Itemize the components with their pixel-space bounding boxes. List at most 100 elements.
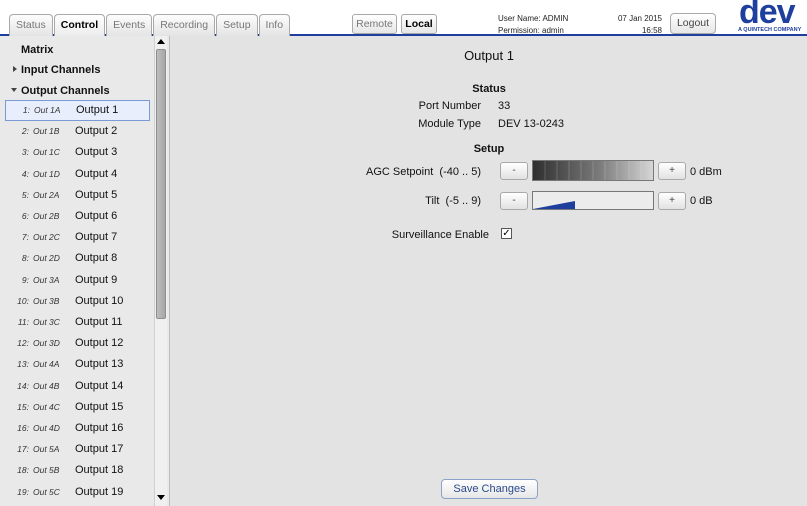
channel-name: Output 6 <box>75 210 118 222</box>
channel-port-code: Out 3B <box>33 295 60 306</box>
channel-port-code: Out 1B <box>33 126 60 137</box>
channel-item[interactable]: 4: Out 1D Output 4 <box>5 164 150 185</box>
channel-port-code: Out 1D <box>33 168 60 179</box>
channel-port-code: Out 5A <box>33 444 60 455</box>
output-channels-label: Output Channels <box>21 85 110 97</box>
channel-code: 15: Out 4C <box>5 397 75 418</box>
tree-item-input-channels[interactable]: Input Channels <box>13 60 100 80</box>
channel-number: 13: <box>17 359 29 370</box>
agc-level-bar[interactable] <box>532 160 654 181</box>
tilt-level-bar[interactable] <box>532 191 654 210</box>
scroll-up-icon[interactable] <box>155 36 167 48</box>
channel-item[interactable]: 5: Out 2A Output 5 <box>5 185 150 206</box>
page-title: Output 1 <box>464 48 514 63</box>
channel-name: Output 13 <box>75 358 124 371</box>
agc-value: 0 dBm <box>690 166 722 178</box>
channel-item[interactable]: 18: Out 5B Output 18 <box>5 460 150 481</box>
dev-logo: dev A QUINTECH COMPANY <box>737 0 807 36</box>
channel-code: 19: Out 5C <box>5 482 75 503</box>
channel-item[interactable]: 9: Out 3A Output 9 <box>5 270 150 291</box>
tilt-range: (-5 .. 9) <box>445 195 481 207</box>
channel-code: 9: Out 3A <box>5 270 75 291</box>
channel-item[interactable]: 13: Out 4A Output 13 <box>5 354 150 375</box>
tab-control[interactable]: Control <box>53 14 106 36</box>
channel-code: 13: Out 4A <box>5 354 75 375</box>
agc-decrease-button[interactable]: - <box>500 162 528 180</box>
tab-recording[interactable]: Recording <box>153 14 216 36</box>
tilt-decrease-button[interactable]: - <box>500 192 528 210</box>
channel-name: Output 14 <box>75 379 124 392</box>
expand-arrow-icon[interactable] <box>13 66 17 72</box>
channel-number: 7: <box>21 232 29 243</box>
channel-item[interactable]: 2: Out 1B Output 2 <box>5 121 150 142</box>
collapse-arrow-icon[interactable] <box>11 88 17 92</box>
channel-item[interactable]: 10: Out 3B Output 10 <box>5 291 150 312</box>
channel-name: Output 10 <box>75 294 124 307</box>
channel-number: 2: <box>21 126 29 137</box>
surveillance-enable-checkbox[interactable]: ✓ <box>501 228 512 239</box>
channel-item[interactable]: 12: Out 3D Output 12 <box>5 333 150 354</box>
channel-number: 5: <box>21 189 29 200</box>
channel-item[interactable]: 3: Out 1C Output 3 <box>5 142 150 163</box>
input-channels-label: Input Channels <box>21 64 101 76</box>
channel-item[interactable]: 15: Out 4C Output 15 <box>5 397 150 418</box>
channel-name: Output 16 <box>75 422 124 434</box>
channel-port-code: Out 4C <box>33 401 60 412</box>
setup-heading: Setup <box>473 143 505 155</box>
channel-name: Output 15 <box>75 400 124 413</box>
channel-port-code: Out 1A <box>34 105 61 115</box>
tab-events[interactable]: Events <box>106 14 153 36</box>
tab-info[interactable]: Info <box>258 14 291 36</box>
channel-name: Output 1 <box>76 104 119 116</box>
channel-item[interactable]: 1: Out 1A Output 1 <box>5 100 150 121</box>
channel-item[interactable]: 19: Out 5C Output 19 <box>5 482 150 503</box>
channel-number: 10: <box>17 295 29 306</box>
channel-number: 15: <box>17 401 29 412</box>
save-changes-button[interactable]: Save Changes <box>441 479 538 499</box>
remote-button[interactable]: Remote <box>352 14 397 34</box>
channel-port-code: Out 2A <box>33 189 60 200</box>
channel-code: 16: Out 4D <box>5 418 75 439</box>
channel-name: Output 4 <box>75 167 118 180</box>
top-bar: Status Control Events Recording Setup In… <box>0 0 807 36</box>
agc-label-text: AGC Setpoint <box>366 166 434 178</box>
channel-code: 6: Out 2B <box>5 206 75 227</box>
module-type-value: DEV 13-0243 <box>498 118 565 130</box>
channel-port-code: Out 2B <box>33 211 60 221</box>
tilt-label: Tilt (-5 .. 9) <box>425 195 481 207</box>
channel-port-code: Out 5C <box>33 486 60 497</box>
channel-name: Output 9 <box>75 273 118 286</box>
logout-button[interactable]: Logout <box>670 13 716 34</box>
channel-item[interactable]: 6: Out 2B Output 6 <box>5 206 150 227</box>
tree-item-matrix[interactable]: Matrix <box>21 40 53 60</box>
channel-item[interactable]: 17: Out 5A Output 17 <box>5 439 150 460</box>
channel-code: 7: Out 2C <box>5 227 75 248</box>
channel-number: 19: <box>17 486 29 497</box>
channel-item[interactable]: 14: Out 4B Output 14 <box>5 376 150 397</box>
tree-item-output-channels[interactable]: Output Channels <box>11 81 110 101</box>
channel-name: Output 2 <box>75 125 118 138</box>
channel-code: 14: Out 4B <box>5 376 75 397</box>
local-button[interactable]: Local <box>401 14 437 34</box>
channel-name: Output 3 <box>75 146 118 159</box>
scroll-down-icon[interactable] <box>155 491 167 503</box>
channel-code: 11: Out 3C <box>5 312 75 333</box>
channel-number: 14: <box>17 380 29 391</box>
agc-increase-button[interactable]: + <box>658 162 686 180</box>
tab-setup[interactable]: Setup <box>216 14 258 36</box>
main-tabs: Status Control Events Recording Setup In… <box>9 14 291 36</box>
channel-number: 16: <box>17 423 29 433</box>
scroll-thumb[interactable] <box>156 49 166 319</box>
tilt-increase-button[interactable]: + <box>658 192 686 210</box>
channel-item[interactable]: 8: Out 2D Output 8 <box>5 248 150 269</box>
current-date: 07 Jan 2015 <box>617 14 662 23</box>
module-type-label: Module Type <box>418 118 481 130</box>
channel-item[interactable]: 16: Out 4D Output 16 <box>5 418 150 439</box>
sidebar-scrollbar[interactable] <box>154 36 167 506</box>
channel-number: 9: <box>21 274 29 285</box>
channel-number: 17: <box>17 444 29 455</box>
tab-status[interactable]: Status <box>9 14 53 36</box>
channel-item[interactable]: 7: Out 2C Output 7 <box>5 227 150 248</box>
channel-number: 18: <box>17 465 29 476</box>
channel-item[interactable]: 11: Out 3C Output 11 <box>5 312 150 333</box>
